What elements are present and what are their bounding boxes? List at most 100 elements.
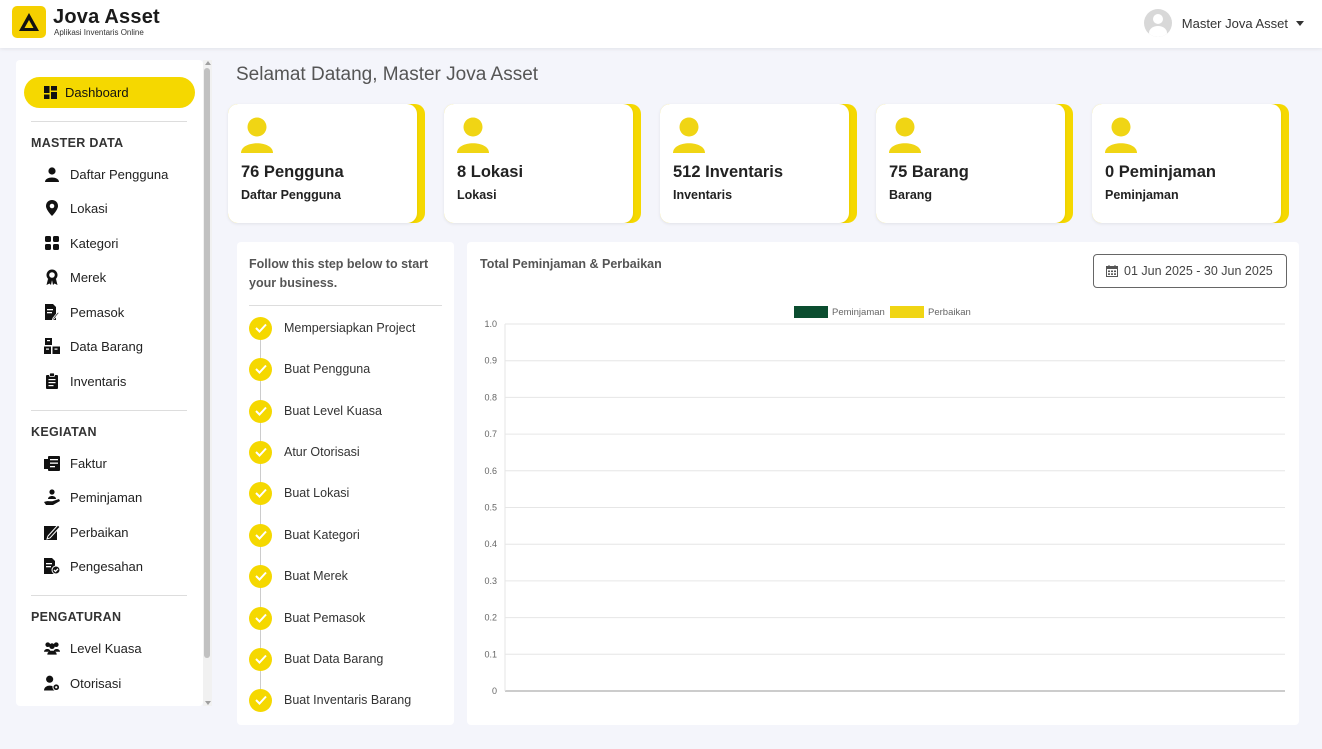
step-item: Buat Pengguna (249, 357, 370, 381)
step-label: Buat Data Barang (284, 652, 384, 666)
stat-label: Barang (889, 188, 933, 202)
stat-card-peminjaman[interactable]: 0 Peminjaman Peminjaman (1092, 104, 1289, 223)
y-tick-label: 0.6 (484, 466, 497, 476)
sidebar-item-label: Otorisasi (70, 675, 122, 691)
stat-card-inventaris[interactable]: 512 Inventaris Inventaris (660, 104, 857, 223)
steps-card: Follow this step below to start your bus… (237, 242, 454, 725)
sidebar-item-lokasi[interactable]: Lokasi (44, 197, 108, 219)
stat-card-pengguna[interactable]: 76 Pengguna Daftar Pengguna (228, 104, 425, 223)
step-label: Buat Kategori (284, 528, 360, 542)
sidebar-item-peminjaman[interactable]: Peminjaman (44, 486, 142, 508)
user-name[interactable]: Master Jova Asset (1182, 16, 1288, 31)
chart-plot: Peminjaman Perbaikan 0 0.1 0.2 0.3 0.4 0.5 0.6 0.… (484, 306, 1285, 696)
users-icon (44, 640, 60, 656)
sidebar-item-label: Merek (70, 269, 107, 285)
step-label: Buat Merek (284, 569, 348, 583)
sidebar-item-label: Faktur (70, 455, 107, 471)
y-tick-label: 0.5 (484, 503, 497, 513)
step-item: Atur Otorisasi (249, 440, 360, 464)
step-item: Buat Lokasi (249, 481, 349, 505)
step-item: Buat Data Barang (249, 647, 383, 671)
stat-label: Inventaris (673, 188, 733, 202)
sidebar-item-label: Kategori (70, 235, 119, 251)
step-item: Buat Pemasok (249, 606, 365, 630)
brand-name[interactable]: Jova Asset (53, 6, 160, 29)
check-icon (249, 606, 272, 630)
y-tick-label: 0.3 (484, 576, 497, 586)
grid-icon (44, 235, 60, 251)
page-title: Selamat Datang, Master Jova Asset (236, 64, 539, 85)
top-bar: Jova Asset Aplikasi Inventaris Online Ma… (0, 0, 1322, 48)
legend-swatch[interactable] (890, 306, 924, 318)
steps-timeline-line (260, 330, 261, 700)
section-heading: MASTER DATA (31, 136, 124, 150)
scrollbar-thumb[interactable] (204, 68, 210, 658)
step-label: Buat Lokasi (284, 486, 350, 500)
sidebar-item-merek[interactable]: Merek (44, 266, 106, 288)
sidebar-item-label: Perbaikan (70, 524, 129, 540)
step-item: Mempersiapkan Project (249, 316, 415, 340)
repair-icon (44, 524, 60, 540)
stat-value: 0 Peminjaman (1105, 163, 1216, 181)
sidebar-item-perbaikan[interactable]: Perbaikan (44, 521, 129, 543)
step-item: Buat Merek (249, 564, 348, 588)
sidebar-item-data-barang[interactable]: Data Barang (44, 335, 143, 357)
y-tick-label: 1.0 (484, 319, 497, 329)
stat-value: 76 Pengguna (241, 163, 344, 181)
logo-icon[interactable] (12, 6, 46, 38)
user-menu[interactable]: Master Jova Asset (1143, 8, 1304, 38)
step-label: Buat Pengguna (284, 362, 371, 376)
step-item: Buat Inventaris Barang (249, 688, 411, 712)
avatar[interactable] (1143, 9, 1172, 37)
step-item: Buat Level Kuasa (249, 399, 382, 423)
sidebar-item-label: Lokasi (70, 200, 108, 216)
check-icon (249, 316, 272, 340)
sidebar-item-pemasok[interactable]: Pemasok (44, 301, 124, 323)
scroll-down-icon[interactable] (205, 701, 211, 705)
sidebar-item-kategori[interactable]: Kategori (44, 232, 118, 254)
divider (31, 121, 187, 122)
sidebar-item-level-kuasa[interactable]: Level Kuasa (44, 637, 142, 659)
sidebar-item-label: Data Barang (70, 338, 143, 354)
sidebar-scrollbar[interactable] (203, 60, 212, 706)
stat-card-lokasi[interactable]: 8 Lokasi Lokasi (444, 104, 641, 223)
user-icon (457, 117, 489, 153)
sidebar-item-label: Pemasok (70, 304, 125, 320)
sidebar-item-daftar-pengguna[interactable]: Daftar Pengguna (44, 163, 168, 185)
sidebar-item-pengesahan[interactable]: Pengesahan (44, 555, 143, 577)
stat-value: 512 Inventaris (673, 163, 784, 181)
chevron-down-icon[interactable] (1296, 20, 1304, 26)
stat-card-barang[interactable]: 75 Barang Barang (876, 104, 1073, 223)
sidebar-item-faktur[interactable]: Faktur (44, 452, 107, 474)
step-label: Buat Pemasok (284, 611, 366, 625)
stat-label: Peminjaman (1105, 188, 1179, 202)
user-icon (1105, 117, 1137, 153)
sidebar: Dashboard MASTER DATA Daftar Pengguna Lo… (16, 60, 203, 706)
clipboard-icon (44, 373, 60, 389)
legend-label[interactable]: Perbaikan (928, 307, 971, 318)
user-icon (241, 117, 273, 153)
step-label: Buat Level Kuasa (284, 404, 382, 418)
award-icon (44, 269, 60, 285)
steps-title: Follow this step below to start your bus… (249, 257, 429, 290)
sidebar-item-label: Pengesahan (70, 558, 144, 574)
chart-card: Total Peminjaman & Perbaikan 01 Jun 2025… (467, 242, 1299, 725)
scroll-up-icon[interactable] (205, 61, 211, 65)
step-item: Buat Kategori (249, 523, 360, 547)
check-icon (249, 481, 272, 505)
sidebar-item-inventaris[interactable]: Inventaris (44, 370, 126, 392)
sidebar-item-label: Level Kuasa (70, 640, 142, 656)
sidebar-item-otorisasi[interactable]: Otorisasi (44, 672, 121, 694)
y-tick-label: 0.7 (484, 429, 497, 439)
user-icon (44, 166, 60, 182)
divider (31, 595, 187, 596)
legend-label[interactable]: Peminjaman (832, 307, 885, 318)
sidebar-item-dashboard[interactable]: Dashboard (24, 77, 195, 108)
legend-swatch[interactable] (794, 306, 828, 318)
check-icon (249, 440, 272, 464)
stat-value: 75 Barang (889, 163, 969, 181)
dashboard-icon (44, 86, 57, 99)
divider (249, 305, 442, 306)
y-tick-label: 0.1 (484, 649, 497, 659)
check-icon (249, 523, 272, 547)
